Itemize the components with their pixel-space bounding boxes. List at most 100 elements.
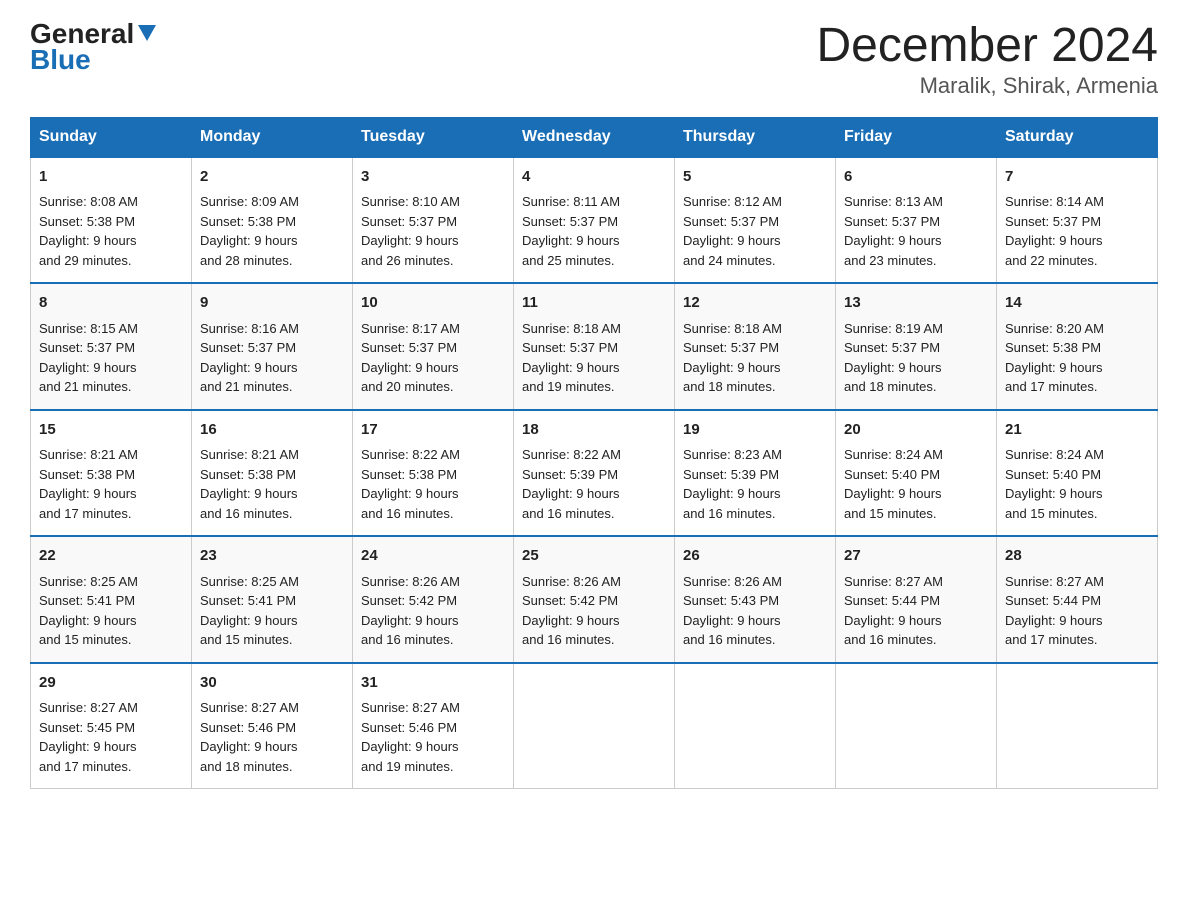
calendar-week-row: 1 Sunrise: 8:08 AM Sunset: 5:38 PM Daylig… (31, 157, 1158, 284)
day-number: 18 (522, 419, 666, 442)
calendar-day-cell: 31 Sunrise: 8:27 AM Sunset: 5:46 PM Dayli… (353, 663, 514, 789)
day-info: Sunrise: 8:13 AM Sunset: 5:37 PM Dayligh… (844, 192, 988, 270)
page-subtitle: Maralik, Shirak, Armenia (816, 73, 1158, 99)
day-info: Sunrise: 8:27 AM Sunset: 5:44 PM Dayligh… (1005, 572, 1149, 650)
day-number: 30 (200, 672, 344, 695)
page-header: General Blue December 2024 Maralik, Shir… (30, 20, 1158, 99)
day-number: 22 (39, 545, 183, 568)
day-number: 19 (683, 419, 827, 442)
day-info: Sunrise: 8:22 AM Sunset: 5:38 PM Dayligh… (361, 445, 505, 523)
calendar-day-cell: 27Sunrise: 8:27 AM Sunset: 5:44 PM Dayli… (836, 536, 997, 663)
column-header-saturday: Saturday (997, 117, 1158, 157)
column-header-thursday: Thursday (675, 117, 836, 157)
day-info: Sunrise: 8:10 AM Sunset: 5:37 PM Dayligh… (361, 192, 505, 270)
day-number: 28 (1005, 545, 1149, 568)
calendar-day-cell: 10 Sunrise: 8:17 AM Sunset: 5:37 PM Dayli… (353, 283, 514, 410)
day-number: 1 (39, 166, 183, 189)
calendar-day-cell: 9Sunrise: 8:16 AM Sunset: 5:37 PM Daylig… (192, 283, 353, 410)
day-info: Sunrise: 8:17 AM Sunset: 5:37 PM Dayligh… (361, 319, 505, 397)
calendar-day-cell: 19 Sunrise: 8:23 AM Sunset: 5:39 PM Dayli… (675, 410, 836, 537)
calendar-empty-cell (997, 663, 1158, 789)
day-info: Sunrise: 8:18 AM Sunset: 5:37 PM Dayligh… (683, 319, 827, 397)
page-title: December 2024 (816, 20, 1158, 73)
calendar-day-cell: 24Sunrise: 8:26 AM Sunset: 5:42 PM Dayli… (353, 536, 514, 663)
calendar-day-cell: 18 Sunrise: 8:22 AM Sunset: 5:39 PM Dayli… (514, 410, 675, 537)
calendar-header-row: SundayMondayTuesdayWednesdayThursdayFrid… (31, 117, 1158, 157)
day-info: Sunrise: 8:23 AM Sunset: 5:39 PM Dayligh… (683, 445, 827, 523)
day-number: 20 (844, 419, 988, 442)
calendar-week-row: 29 Sunrise: 8:27 AM Sunset: 5:45 PM Dayli… (31, 663, 1158, 789)
title-block: December 2024 Maralik, Shirak, Armenia (816, 20, 1158, 99)
calendar-day-cell: 11 Sunrise: 8:18 AM Sunset: 5:37 PM Dayli… (514, 283, 675, 410)
day-number: 3 (361, 166, 505, 189)
day-number: 6 (844, 166, 988, 189)
calendar-day-cell: 17 Sunrise: 8:22 AM Sunset: 5:38 PM Dayli… (353, 410, 514, 537)
calendar-day-cell: 13 Sunrise: 8:19 AM Sunset: 5:37 PM Dayli… (836, 283, 997, 410)
calendar-empty-cell (514, 663, 675, 789)
logo-triangle-icon (136, 21, 158, 43)
day-info: Sunrise: 8:09 AM Sunset: 5:38 PM Dayligh… (200, 192, 344, 270)
calendar-day-cell: 4 Sunrise: 8:11 AM Sunset: 5:37 PM Daylig… (514, 157, 675, 284)
day-number: 14 (1005, 292, 1149, 315)
day-info: Sunrise: 8:24 AM Sunset: 5:40 PM Dayligh… (1005, 445, 1149, 523)
day-number: 29 (39, 672, 183, 695)
day-number: 4 (522, 166, 666, 189)
calendar-day-cell: 22Sunrise: 8:25 AM Sunset: 5:41 PM Dayli… (31, 536, 192, 663)
day-info: Sunrise: 8:27 AM Sunset: 5:46 PM Dayligh… (200, 698, 344, 776)
calendar-week-row: 22Sunrise: 8:25 AM Sunset: 5:41 PM Dayli… (31, 536, 1158, 663)
day-number: 31 (361, 672, 505, 695)
calendar-day-cell: 20Sunrise: 8:24 AM Sunset: 5:40 PM Dayli… (836, 410, 997, 537)
calendar-day-cell: 21 Sunrise: 8:24 AM Sunset: 5:40 PM Dayli… (997, 410, 1158, 537)
day-info: Sunrise: 8:21 AM Sunset: 5:38 PM Dayligh… (39, 445, 183, 523)
calendar-day-cell: 26Sunrise: 8:26 AM Sunset: 5:43 PM Dayli… (675, 536, 836, 663)
day-number: 11 (522, 292, 666, 315)
day-info: Sunrise: 8:18 AM Sunset: 5:37 PM Dayligh… (522, 319, 666, 397)
calendar-week-row: 8 Sunrise: 8:15 AM Sunset: 5:37 PM Daylig… (31, 283, 1158, 410)
calendar-day-cell: 30 Sunrise: 8:27 AM Sunset: 5:46 PM Dayli… (192, 663, 353, 789)
calendar-empty-cell (836, 663, 997, 789)
day-number: 13 (844, 292, 988, 315)
day-number: 25 (522, 545, 666, 568)
calendar-day-cell: 23Sunrise: 8:25 AM Sunset: 5:41 PM Dayli… (192, 536, 353, 663)
logo-text-blue: Blue (30, 44, 91, 76)
calendar-day-cell: 5Sunrise: 8:12 AM Sunset: 5:37 PM Daylig… (675, 157, 836, 284)
calendar-day-cell: 15 Sunrise: 8:21 AM Sunset: 5:38 PM Dayli… (31, 410, 192, 537)
calendar-day-cell: 7 Sunrise: 8:14 AM Sunset: 5:37 PM Daylig… (997, 157, 1158, 284)
calendar-empty-cell (675, 663, 836, 789)
day-info: Sunrise: 8:21 AM Sunset: 5:38 PM Dayligh… (200, 445, 344, 523)
calendar-day-cell: 1 Sunrise: 8:08 AM Sunset: 5:38 PM Daylig… (31, 157, 192, 284)
day-number: 27 (844, 545, 988, 568)
day-number: 17 (361, 419, 505, 442)
day-number: 24 (361, 545, 505, 568)
day-number: 10 (361, 292, 505, 315)
day-info: Sunrise: 8:08 AM Sunset: 5:38 PM Dayligh… (39, 192, 183, 270)
calendar-table: SundayMondayTuesdayWednesdayThursdayFrid… (30, 117, 1158, 790)
calendar-day-cell: 14Sunrise: 8:20 AM Sunset: 5:38 PM Dayli… (997, 283, 1158, 410)
day-info: Sunrise: 8:11 AM Sunset: 5:37 PM Dayligh… (522, 192, 666, 270)
column-header-wednesday: Wednesday (514, 117, 675, 157)
column-header-sunday: Sunday (31, 117, 192, 157)
calendar-week-row: 15 Sunrise: 8:21 AM Sunset: 5:38 PM Dayli… (31, 410, 1158, 537)
day-info: Sunrise: 8:12 AM Sunset: 5:37 PM Dayligh… (683, 192, 827, 270)
day-info: Sunrise: 8:26 AM Sunset: 5:43 PM Dayligh… (683, 572, 827, 650)
day-number: 7 (1005, 166, 1149, 189)
day-info: Sunrise: 8:27 AM Sunset: 5:46 PM Dayligh… (361, 698, 505, 776)
day-info: Sunrise: 8:27 AM Sunset: 5:45 PM Dayligh… (39, 698, 183, 776)
logo: General Blue (30, 20, 158, 76)
day-info: Sunrise: 8:22 AM Sunset: 5:39 PM Dayligh… (522, 445, 666, 523)
column-header-tuesday: Tuesday (353, 117, 514, 157)
day-info: Sunrise: 8:19 AM Sunset: 5:37 PM Dayligh… (844, 319, 988, 397)
day-number: 2 (200, 166, 344, 189)
calendar-day-cell: 3 Sunrise: 8:10 AM Sunset: 5:37 PM Daylig… (353, 157, 514, 284)
calendar-day-cell: 12Sunrise: 8:18 AM Sunset: 5:37 PM Dayli… (675, 283, 836, 410)
calendar-day-cell: 28 Sunrise: 8:27 AM Sunset: 5:44 PM Dayli… (997, 536, 1158, 663)
day-info: Sunrise: 8:15 AM Sunset: 5:37 PM Dayligh… (39, 319, 183, 397)
day-number: 8 (39, 292, 183, 315)
day-number: 16 (200, 419, 344, 442)
day-number: 23 (200, 545, 344, 568)
day-info: Sunrise: 8:14 AM Sunset: 5:37 PM Dayligh… (1005, 192, 1149, 270)
day-number: 15 (39, 419, 183, 442)
column-header-monday: Monday (192, 117, 353, 157)
day-number: 21 (1005, 419, 1149, 442)
calendar-day-cell: 2 Sunrise: 8:09 AM Sunset: 5:38 PM Daylig… (192, 157, 353, 284)
